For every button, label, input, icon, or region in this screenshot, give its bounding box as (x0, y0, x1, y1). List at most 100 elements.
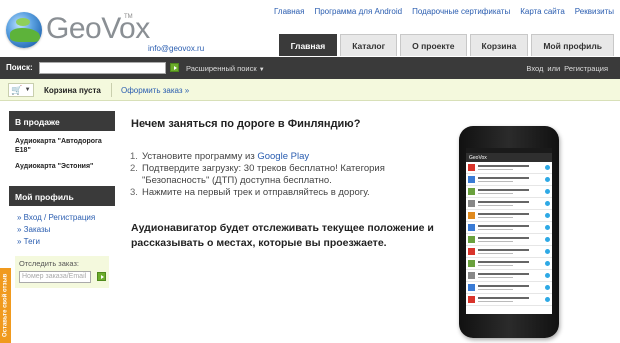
track-lines (478, 188, 542, 195)
track-lines (478, 224, 542, 231)
on-sale-item-e18[interactable]: Аудиокарта "Автодорога Е18" (15, 137, 109, 155)
phone-track-row (466, 282, 552, 294)
register-link[interactable]: Регистрация (564, 64, 608, 73)
search-input[interactable] (39, 62, 166, 74)
track-line (478, 248, 530, 251)
track-line (478, 264, 514, 267)
top-links: Главная Программа для Android Подарочные… (274, 7, 614, 16)
step-text: Нажмите на первый трек и отправляйтесь в… (142, 187, 370, 198)
track-line (478, 204, 514, 207)
search-go-button[interactable] (170, 63, 179, 72)
google-play-link[interactable]: Google Play (257, 151, 309, 162)
play-icon (545, 177, 550, 182)
track-line (478, 236, 530, 239)
play-icon (545, 201, 550, 206)
step-text: Установите программу из (142, 151, 258, 162)
checkout-link[interactable]: Оформить заказ » (121, 86, 189, 95)
tab-home[interactable]: Главная (278, 34, 338, 56)
track-line (478, 288, 514, 291)
login-link[interactable]: Вход (526, 64, 543, 73)
play-icon (545, 165, 550, 170)
chevron-down-icon: ▼ (258, 67, 265, 73)
track-line (478, 212, 530, 215)
track-order-label: Отследить заказ: (19, 259, 79, 268)
track-lines (478, 272, 542, 279)
track-line (478, 176, 530, 179)
track-icon (468, 212, 475, 219)
track-line (478, 188, 530, 191)
sidebar-profile-title: Мой профиль (9, 186, 115, 206)
step-item: 1. Установите программу из Google Play (130, 151, 430, 163)
play-icon (545, 237, 550, 242)
phone-app-name: GeoVox (469, 154, 487, 161)
feedback-tab[interactable]: Оставьте свой отзыв (0, 268, 11, 343)
phone-track-row (466, 210, 552, 222)
cart-dropdown[interactable]: 🛒 ▼ (8, 83, 34, 97)
track-order-go-button[interactable] (97, 272, 106, 281)
sidebar-on-sale-title: В продаже (9, 111, 115, 131)
email-link[interactable]: info@geovox.ru (148, 44, 204, 53)
cart-bar: 🛒 ▼ Корзина пуста Оформить заказ » (0, 79, 620, 101)
play-icon (545, 189, 550, 194)
track-lines (478, 164, 542, 171)
trademark: TM (124, 14, 133, 20)
track-line (478, 224, 530, 227)
track-line (478, 164, 530, 167)
track-lines (478, 248, 542, 255)
track-line (478, 216, 514, 219)
profile-link-tags[interactable]: Теги (17, 236, 109, 248)
cart-icon: 🛒 (11, 84, 23, 95)
profile-links: Вход / Регистрация Заказы Теги (9, 206, 115, 252)
step-number: 2. (130, 163, 138, 174)
track-line (478, 284, 530, 287)
top-link-gift-certificates[interactable]: Подарочные сертификаты (412, 7, 510, 16)
track-line (478, 168, 514, 171)
play-icon (545, 261, 550, 266)
top-link-sitemap[interactable]: Карта сайта (520, 7, 565, 16)
track-icon (468, 200, 475, 207)
android-phone-image: GeoVox (459, 126, 559, 338)
track-icon (468, 176, 475, 183)
track-order-box: Отследить заказ: Номер заказа/Email (15, 256, 109, 288)
geovox-logo[interactable]: GeoVox TM (6, 8, 150, 56)
profile-link-login[interactable]: Вход / Регистрация (17, 212, 109, 224)
track-icon (468, 260, 475, 267)
divider (111, 83, 112, 97)
phone-track-row (466, 246, 552, 258)
track-icon (468, 284, 475, 291)
track-line (478, 296, 530, 299)
step-number: 1. (130, 151, 138, 162)
top-link-android[interactable]: Программа для Android (314, 7, 402, 16)
tab-catalog[interactable]: Каталог (340, 34, 398, 56)
track-line (478, 200, 530, 203)
logo-text: GeoVox (46, 12, 150, 45)
track-lines (478, 284, 542, 291)
tab-cart[interactable]: Корзина (469, 34, 529, 56)
tab-about[interactable]: О проекте (400, 34, 467, 56)
track-order-input[interactable]: Номер заказа/Email (19, 271, 91, 283)
tab-profile[interactable]: Мой профиль (531, 34, 614, 56)
play-icon (545, 213, 550, 218)
phone-track-row (466, 198, 552, 210)
top-link-requisites[interactable]: Реквизиты (575, 7, 614, 16)
page-title: Нечем заняться по дороге в Финляндию? (131, 118, 361, 130)
track-icon (468, 224, 475, 231)
play-icon (545, 297, 550, 302)
track-line (478, 272, 530, 275)
steps-list: 1. Установите программу из Google Play 2… (130, 151, 430, 199)
track-icon (468, 236, 475, 243)
sidebar: В продаже Аудиокарта "Автодорога Е18" Ау… (9, 111, 115, 288)
phone-track-row (466, 162, 552, 174)
search-label: Поиск: (6, 63, 33, 72)
phone-track-row (466, 234, 552, 246)
advanced-search-link[interactable]: Расширенный поиск ▼ (186, 64, 265, 73)
search-bar: Поиск: Расширенный поиск ▼ Вход или Реги… (0, 57, 620, 79)
phone-track-row (466, 294, 552, 306)
phone-screen: GeoVox (466, 148, 552, 314)
profile-link-orders[interactable]: Заказы (17, 224, 109, 236)
on-sale-item-estonia[interactable]: Аудиокарта "Эстония" (15, 162, 109, 171)
track-lines (478, 260, 542, 267)
track-lines (478, 236, 542, 243)
top-link-home[interactable]: Главная (274, 7, 304, 16)
play-icon (545, 225, 550, 230)
